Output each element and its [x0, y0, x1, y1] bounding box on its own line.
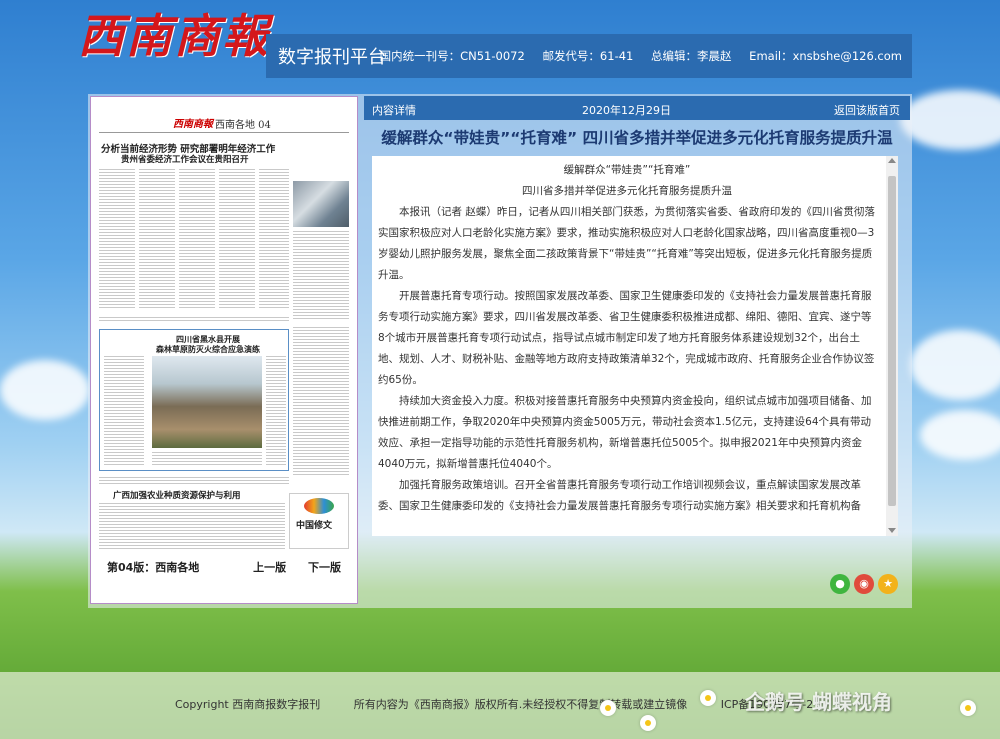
postal-code-text: 邮发代号：61-41 [542, 49, 634, 63]
newspaper-body: 分析当前经济形势 研究部署明年经济工作 贵州省委经济工作会议在贵阳召开 四川省黑… [99, 137, 349, 549]
content-detail-label: 内容详情 [372, 104, 416, 117]
cloud-decoration [0, 360, 90, 420]
article-scrollbar[interactable] [886, 156, 898, 536]
text-column [179, 169, 215, 309]
prev-page-link[interactable]: 上一版 [253, 561, 286, 574]
favorite-star-icon[interactable]: ★ [878, 574, 898, 594]
article-paragraph: 持续加大资金投入力度。积极对接普惠托育服务中央预算内资金投向，组织试点城市加强项… [378, 395, 872, 470]
featured-story-box[interactable]: 四川省黑水县开展 森林草原防灭火综合应急演练 [99, 329, 289, 471]
rights-text: 所有内容为《西南商报》版权所有.未经授权不得复制转载或建立镜像 [353, 698, 688, 711]
cloud-decoration [910, 330, 1000, 400]
article-paragraph: 开展普惠托育专项行动。按照国家发展改革委、国家卫生健康委印发的《支持社会力量发展… [378, 290, 875, 386]
article-subtitle: 四川省多措并举促进多元化托育服务提质升温 [522, 185, 732, 197]
text-column [293, 231, 349, 321]
daisy-decoration [640, 715, 656, 731]
text-column [99, 503, 285, 549]
article-subtitle: 缓解群众“带娃贵”“托育难” [563, 164, 691, 176]
text-column [259, 169, 289, 309]
ad-emblem-lettering: 中国修文 [296, 521, 333, 531]
scroll-down-arrow-icon[interactable] [888, 528, 896, 533]
site-logo[interactable]: 西南商報 [78, 4, 268, 68]
article-text: 缓解群众“带娃贵”“托育难” 四川省多措并举促进多元化托育服务提质升温 本报讯（… [372, 156, 882, 517]
main-panel: 西南商報 西南各地 04 分析当前经济形势 研究部署明年经济工作 贵州省委经济工… [88, 94, 912, 608]
text-column [139, 169, 175, 309]
article-header-bar: 内容详情 2020年12月29日 返回该版首页 [364, 96, 910, 120]
page-label: 第04版：西南各地 [107, 561, 200, 574]
article-paragraph: 本报讯（记者 赵蝶）昨日，记者从四川相关部门获悉，为贯彻落实省委、省政府印发的《… [378, 206, 875, 281]
watermark-text: 企鹅号 蝴蝶视角 [745, 690, 892, 714]
article-content-box[interactable]: 缓解群众“带娃贵”“托育难” 四川省多措并举促进多元化托育服务提质升温 本报讯（… [372, 156, 898, 536]
publication-info: 国内统一刊号：CN51-0072 邮发代号：61-41 总编辑：李晨赵 Emai… [366, 48, 902, 64]
cloud-decoration [920, 410, 1000, 460]
text-column [99, 169, 135, 309]
text-column [219, 169, 255, 309]
next-page-link[interactable]: 下一版 [308, 561, 341, 574]
text-column [293, 327, 349, 477]
text-column [99, 477, 289, 485]
china-culture-ad[interactable]: 中国修文 [289, 493, 349, 549]
thumb-subheadline[interactable]: 贵州省委经济工作会议在贵阳召开 [121, 153, 249, 165]
weibo-share-icon[interactable]: ◉ [854, 574, 874, 594]
scroll-up-arrow-icon[interactable] [888, 158, 896, 163]
daisy-decoration [600, 700, 616, 716]
thumb-subheadline: 森林草原防灭火综合应急演练 [156, 344, 260, 354]
issn-text: 国内统一刊号：CN51-0072 [379, 49, 525, 63]
footer-text: Copyright 西南商报数字报刊 所有内容为《西南商报》版权所有.未经授权不… [175, 696, 843, 712]
text-column [266, 356, 286, 466]
cloud-decoration [900, 90, 1000, 150]
text-column [152, 452, 262, 466]
text-column [104, 356, 144, 466]
text-column [99, 317, 289, 323]
newspaper-page-thumbnail[interactable]: 西南商報 西南各地 04 分析当前经济形势 研究部署明年经济工作 贵州省委经济工… [90, 96, 358, 604]
back-to-page-link[interactable]: 返回该版首页 [834, 102, 900, 118]
header-bar: 数字报刊平台 国内统一刊号：CN51-0072 邮发代号：61-41 总编辑：李… [266, 34, 912, 78]
wechat-share-icon[interactable]: ● [830, 574, 850, 594]
editor-text: 总编辑：李晨赵 [651, 49, 732, 63]
daisy-decoration [960, 700, 976, 716]
article-title: 缓解群众“带娃贵”“托育难” 四川省多措并举促进多元化托育服务提质升温 [381, 129, 893, 147]
daisy-decoration [700, 690, 716, 706]
email-text[interactable]: Email：xnsbshe@126.com [749, 49, 902, 63]
scroll-thumb[interactable] [888, 176, 896, 506]
colorful-emblem-icon [304, 498, 334, 514]
article-paragraph: 加强托育服务政策培训。召开全省普惠托育服务专项行动工作培训视频会议，重点解读国家… [378, 479, 861, 512]
site-header: 西南商報 数字报刊平台 国内统一刊号：CN51-0072 邮发代号：61-41 … [70, 0, 912, 80]
section-label: 西南各地 04 [215, 120, 271, 131]
forest-drill-photo [152, 356, 262, 448]
thumb-headline[interactable]: 广西加强农业种质资源保护与利用 [113, 489, 241, 501]
page-switcher: 上一版 下一版 [235, 559, 341, 575]
issue-date: 2020年12月29日 [582, 104, 671, 117]
factory-photo[interactable] [293, 181, 349, 227]
mini-logo: 西南商報 [173, 119, 213, 130]
page-navigation: 第04版：西南各地 上一版 下一版 [99, 553, 349, 581]
newspaper-masthead: 西南商報 西南各地 04 [99, 115, 349, 133]
copyright-text: Copyright 西南商报数字报刊 [175, 698, 321, 711]
